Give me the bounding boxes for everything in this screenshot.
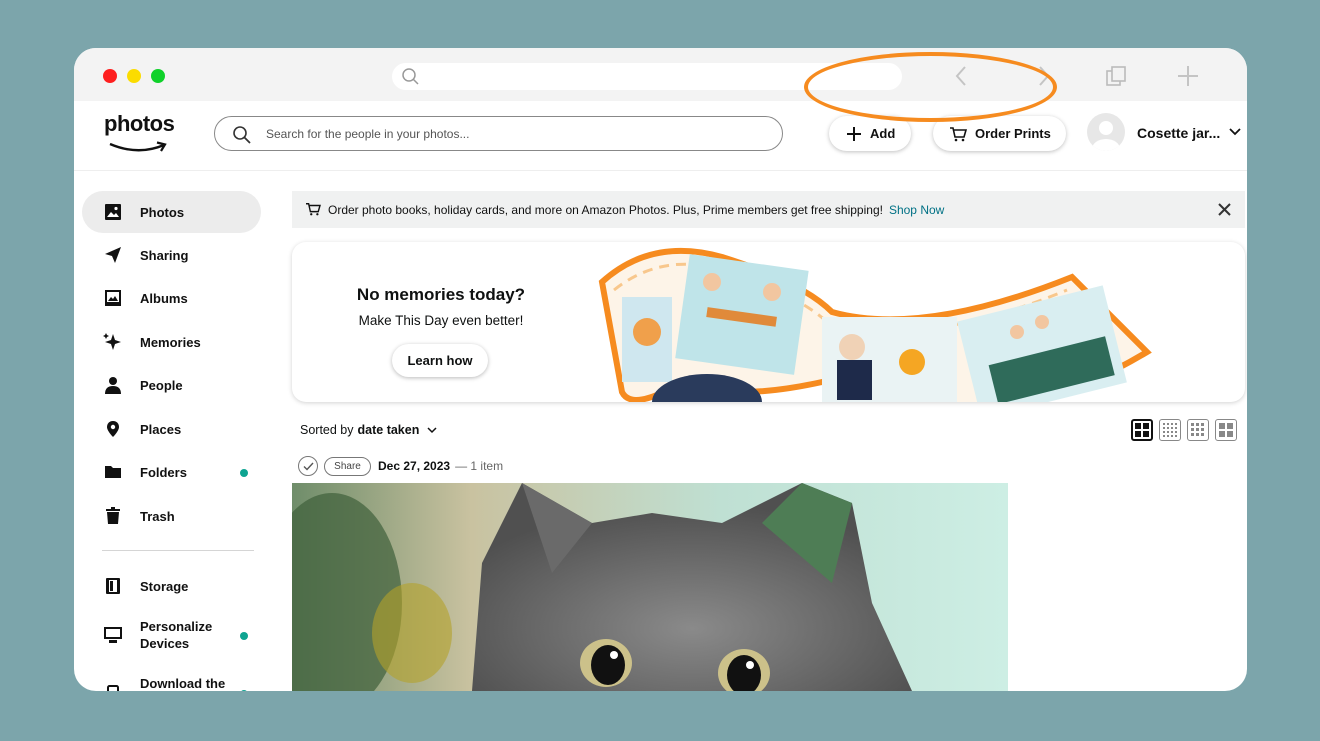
small-grid-view-icon[interactable] bbox=[1215, 419, 1237, 441]
sidebar-item-label: Photos bbox=[140, 204, 185, 220]
cart-icon bbox=[950, 126, 967, 141]
chevron-down-icon bbox=[427, 426, 437, 433]
user-silhouette-icon bbox=[1092, 121, 1120, 151]
close-icon[interactable] bbox=[1218, 203, 1231, 216]
person-icon bbox=[103, 375, 123, 395]
sidebar-item-label: Trash bbox=[140, 508, 175, 524]
photo-search-box[interactable] bbox=[214, 116, 783, 151]
amazon-photos-logo[interactable]: photos bbox=[104, 111, 175, 155]
sidebar-item-people[interactable]: People bbox=[82, 364, 261, 406]
group-item-count: — 1 item bbox=[455, 459, 504, 473]
sidebar-item-label: Places bbox=[140, 421, 182, 437]
sidebar-item-albums[interactable]: Albums bbox=[82, 277, 261, 319]
sidebar-item-label: Albums bbox=[140, 290, 188, 306]
memories-card: No memories today? Make This Day even be… bbox=[292, 242, 1245, 402]
film-strip-illustration bbox=[598, 247, 1152, 402]
sidebar-item-label: Storage bbox=[140, 578, 189, 594]
date-group-header: Share Dec 27, 2023 — 1 item bbox=[298, 456, 503, 476]
cart-icon bbox=[306, 203, 321, 216]
sort-value: date taken bbox=[357, 423, 420, 437]
share-button[interactable]: Share bbox=[324, 456, 371, 476]
plus-icon bbox=[847, 126, 861, 141]
tabs-overview-icon[interactable] bbox=[1104, 64, 1128, 88]
check-icon bbox=[303, 462, 314, 471]
monitor-icon bbox=[103, 625, 123, 645]
sidebar-item-memories[interactable]: Memories bbox=[82, 321, 261, 363]
maximize-window-button[interactable] bbox=[151, 69, 165, 83]
order-prints-button[interactable]: Order Prints bbox=[933, 116, 1066, 151]
sort-dropdown[interactable]: Sorted by date taken bbox=[300, 423, 437, 437]
logo-text: photos bbox=[104, 111, 175, 136]
sidebar-item-label: People bbox=[140, 377, 183, 393]
new-badge-dot bbox=[240, 690, 248, 691]
promo-message: Order photo books, holiday cards, and mo… bbox=[328, 203, 944, 217]
sidebar-item-label: Personalize Devices bbox=[140, 619, 213, 651]
sidebar-item-download[interactable]: Download the bbox=[82, 664, 261, 691]
add-button[interactable]: Add bbox=[829, 116, 911, 151]
browser-toolbar bbox=[74, 48, 1247, 101]
new-badge-dot bbox=[240, 632, 248, 640]
sidebar-item-sharing[interactable]: Sharing bbox=[82, 234, 261, 276]
promo-text: Order photo books, holiday cards, and mo… bbox=[328, 203, 883, 217]
sidebar-item-places[interactable]: Places bbox=[82, 408, 261, 450]
add-button-label: Add bbox=[870, 126, 896, 141]
memories-title: No memories today? bbox=[356, 285, 526, 304]
sidebar-item-label: Download the bbox=[140, 676, 226, 691]
phone-icon bbox=[103, 684, 123, 691]
sidebar-item-label: Memories bbox=[140, 334, 201, 350]
sidebar-item-photos[interactable]: Photos bbox=[82, 191, 261, 233]
address-bar[interactable] bbox=[392, 63, 902, 90]
sidebar-item-label: Sharing bbox=[140, 247, 189, 263]
sidebar-item-storage[interactable]: Storage bbox=[82, 565, 261, 607]
folder-icon bbox=[103, 462, 123, 482]
select-group-checkbox[interactable] bbox=[298, 456, 318, 476]
sparkle-icon bbox=[103, 332, 123, 352]
user-name[interactable]: Cosette jar... bbox=[1137, 125, 1220, 141]
sort-prefix: Sorted by bbox=[300, 423, 354, 437]
sidebar-item-trash[interactable]: Trash bbox=[82, 495, 261, 537]
order-prints-label: Order Prints bbox=[975, 126, 1051, 141]
close-window-button[interactable] bbox=[103, 69, 117, 83]
new-tab-icon[interactable] bbox=[1176, 64, 1200, 88]
sidebar-item-folders[interactable]: Folders bbox=[82, 451, 261, 493]
sidebar-nav: Photos Sharing Albums Memories People Pl… bbox=[74, 171, 279, 691]
dense-grid-view-icon[interactable] bbox=[1159, 419, 1181, 441]
promo-banner: Order photo books, holiday cards, and mo… bbox=[292, 191, 1245, 228]
search-input[interactable] bbox=[266, 117, 766, 150]
photo-icon bbox=[103, 202, 123, 222]
chevron-down-icon[interactable] bbox=[1229, 128, 1241, 136]
search-icon bbox=[233, 126, 251, 144]
avatar[interactable] bbox=[1087, 113, 1125, 151]
sidebar-divider bbox=[102, 550, 254, 551]
send-icon bbox=[103, 245, 123, 265]
memories-subtitle: Make This Day even better! bbox=[358, 313, 524, 328]
back-arrow-icon[interactable] bbox=[950, 64, 974, 88]
learn-how-button[interactable]: Learn how bbox=[392, 344, 488, 377]
minimize-window-button[interactable] bbox=[127, 69, 141, 83]
photo-thumbnail[interactable] bbox=[292, 483, 1008, 691]
album-icon bbox=[103, 288, 123, 308]
group-date: Dec 27, 2023 bbox=[378, 459, 451, 473]
large-grid-view-icon[interactable] bbox=[1131, 419, 1153, 441]
location-pin-icon bbox=[103, 419, 123, 439]
sidebar-item-personalize-devices[interactable]: Personalize Devices bbox=[82, 614, 261, 656]
trash-icon bbox=[103, 506, 123, 526]
cat-photo bbox=[292, 483, 1008, 691]
shop-now-link[interactable]: Shop Now bbox=[889, 203, 944, 217]
view-size-toggle bbox=[1131, 419, 1237, 441]
search-icon bbox=[402, 68, 419, 85]
app-header: photos Add Order Prints Cosette jar... bbox=[74, 101, 1247, 171]
medium-grid-view-icon[interactable] bbox=[1187, 419, 1209, 441]
storage-icon bbox=[103, 576, 123, 596]
new-badge-dot bbox=[240, 469, 248, 477]
sidebar-item-label: Folders bbox=[140, 464, 187, 480]
smile-arrow-icon bbox=[109, 141, 167, 152]
forward-arrow-icon[interactable] bbox=[1031, 64, 1055, 88]
browser-window: photos Add Order Prints Cosette jar... P… bbox=[74, 48, 1247, 691]
